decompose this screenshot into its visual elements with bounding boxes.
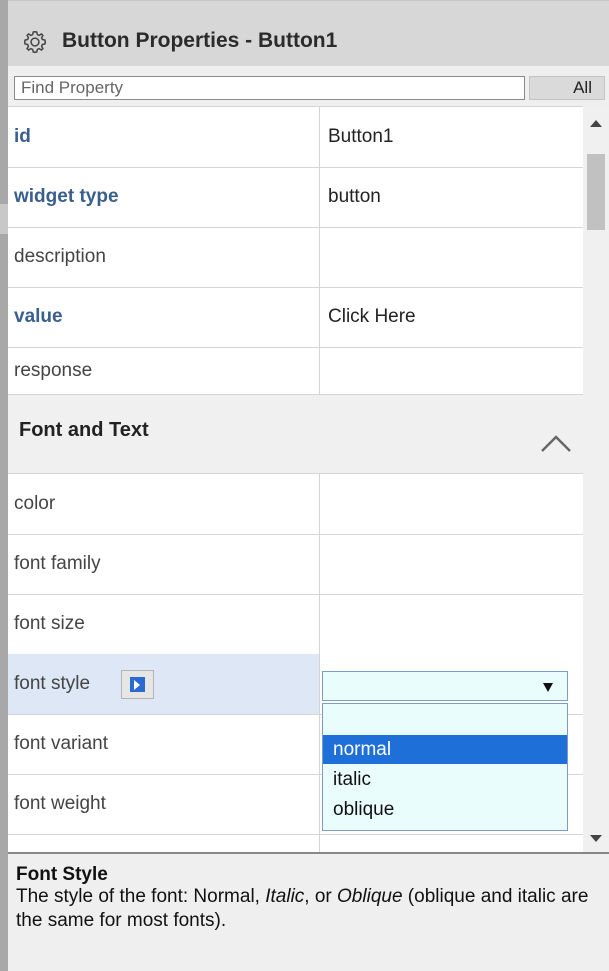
section-title: Font and Text <box>19 419 149 441</box>
panel-titlebar: Button Properties - Button1 <box>8 0 609 66</box>
property-row-widget-type[interactable]: widget type button <box>8 167 583 228</box>
expression-icon <box>130 677 145 692</box>
property-grid: id Button1 widget type button descriptio… <box>8 106 583 855</box>
help-text-italic: Italic <box>265 886 305 907</box>
property-name: font style <box>14 673 91 694</box>
find-property-bar: All <box>8 66 609 106</box>
option-oblique[interactable]: oblique <box>323 795 567 824</box>
column-divider <box>319 287 320 347</box>
property-name: widget type <box>14 186 119 207</box>
column-divider <box>319 714 320 774</box>
font-style-dropdown-list: normal italic oblique <box>322 703 568 831</box>
column-divider <box>319 534 320 594</box>
expression-button[interactable] <box>121 670 154 699</box>
property-name: color <box>14 493 56 514</box>
property-value[interactable]: Button1 <box>328 107 394 167</box>
property-name: description <box>14 246 106 267</box>
property-value[interactable]: button <box>328 167 381 227</box>
property-name: font variant <box>14 733 108 754</box>
help-panel: Font Style The style of the font: Normal… <box>8 852 609 971</box>
scroll-up-icon[interactable] <box>590 120 602 127</box>
property-row-id[interactable]: id Button1 <box>8 107 583 168</box>
help-text: The style of the font: Normal, Italic, o… <box>16 885 601 933</box>
property-name: font family <box>14 553 101 574</box>
dropdown-arrow-icon <box>543 683 553 692</box>
column-divider <box>319 474 320 534</box>
chevron-up-icon[interactable] <box>540 433 572 453</box>
column-divider <box>319 227 320 287</box>
property-row-response[interactable]: response <box>8 347 583 395</box>
help-title: Font Style <box>16 864 108 885</box>
property-name: font size <box>14 613 85 634</box>
property-row-value[interactable]: value Click Here <box>8 287 583 348</box>
property-row-description[interactable]: description <box>8 227 583 288</box>
find-property-input[interactable] <box>14 76 525 100</box>
column-divider <box>319 347 320 395</box>
property-row-color[interactable]: color <box>8 474 583 535</box>
vertical-scrollbar[interactable] <box>583 106 609 854</box>
option-italic[interactable]: italic <box>323 765 567 794</box>
property-name: font weight <box>14 793 106 814</box>
all-filter-button[interactable]: All <box>529 76 605 100</box>
scroll-down-icon[interactable] <box>590 835 602 842</box>
column-divider <box>319 774 320 834</box>
option-normal[interactable]: normal <box>323 735 567 764</box>
property-name: id <box>14 126 31 147</box>
section-font-and-text[interactable]: Font and Text <box>8 395 583 474</box>
properties-panel: Button Properties - Button1 All id Butto… <box>8 0 609 971</box>
panel-title: Button Properties - Button1 <box>62 29 338 52</box>
property-row-font-size[interactable]: font size <box>8 594 583 655</box>
font-style-select[interactable] <box>322 671 568 701</box>
left-edge-bar <box>0 0 8 971</box>
help-text-part: The style of the font: Normal, <box>16 886 266 907</box>
help-text-italic: Oblique <box>337 886 403 907</box>
property-name: response <box>14 360 93 381</box>
collapse-notch[interactable] <box>0 204 8 234</box>
column-divider <box>319 594 320 654</box>
column-divider <box>319 167 320 227</box>
property-row-font-family[interactable]: font family <box>8 534 583 595</box>
column-divider <box>319 107 320 167</box>
gear-icon <box>23 30 47 54</box>
property-value[interactable]: Click Here <box>328 287 416 347</box>
column-divider <box>319 654 320 714</box>
option-empty[interactable] <box>323 705 567 734</box>
property-name: value <box>14 306 63 327</box>
scroll-thumb[interactable] <box>587 154 605 230</box>
help-text-part: , or <box>304 886 338 907</box>
